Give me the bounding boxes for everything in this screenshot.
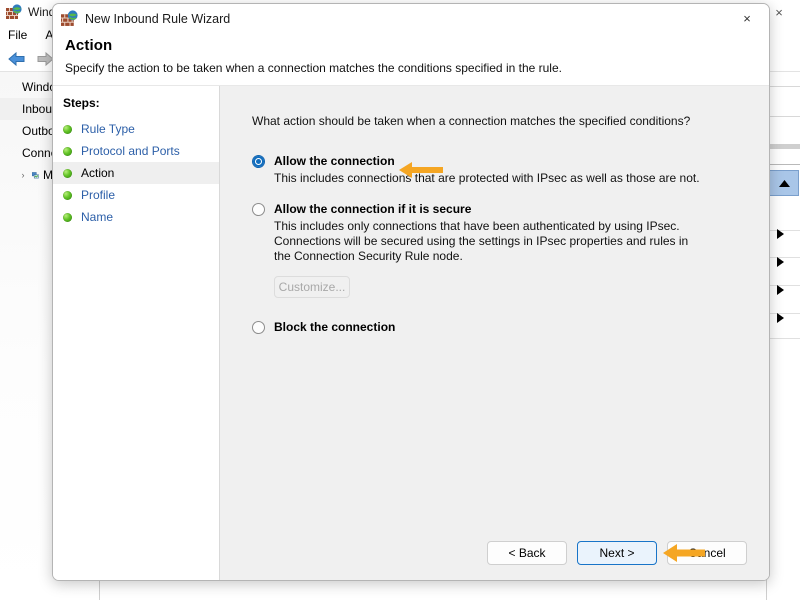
actions-pane (766, 72, 800, 600)
option-description: This includes connections that are prote… (274, 171, 700, 185)
option-description: This includes only connections that have… (274, 219, 689, 263)
step-label: Action (81, 166, 115, 180)
divider (767, 164, 800, 165)
actions-pane-header (767, 72, 800, 170)
steps-title: Steps: (63, 96, 100, 110)
option-title: Block the connection (274, 320, 396, 334)
monitoring-icon (32, 171, 39, 178)
cancel-button[interactable]: Cancel (667, 541, 747, 565)
divider (767, 116, 800, 117)
option-header[interactable]: Allow the connection (252, 154, 769, 168)
expand-triangle-icon[interactable] (777, 285, 784, 295)
firewall-icon (6, 4, 22, 19)
back-arrow-icon[interactable] (6, 50, 28, 68)
actions-scroll-up-button[interactable] (769, 170, 799, 196)
step-label: Name (81, 210, 114, 224)
step-label: Profile (81, 188, 116, 202)
dialog-title: New Inbound Rule Wizard (85, 11, 231, 26)
step-protocol-and-ports[interactable]: Protocol and Ports (53, 140, 219, 162)
back-button[interactable]: < Back (487, 541, 567, 565)
customize-button: Customize... (274, 276, 350, 298)
step-action[interactable]: Action (53, 162, 219, 184)
step-label: Rule Type (81, 122, 135, 136)
dialog-footer: < Back Next > Cancel (220, 526, 769, 580)
content-pane: What action should be taken when a conne… (220, 86, 769, 580)
option-allow-if-secure[interactable]: Allow the connection if it is secure Thi… (252, 202, 769, 298)
option-block-the-connection[interactable]: Block the connection (252, 320, 769, 334)
expand-triangle-icon[interactable] (777, 229, 784, 239)
dialog-titlebar: New Inbound Rule Wizard × (53, 4, 769, 33)
close-icon[interactable]: × (725, 4, 769, 33)
step-bullet-icon (63, 168, 72, 178)
step-rule-type[interactable]: Rule Type (53, 118, 219, 140)
option-header[interactable]: Block the connection (252, 320, 769, 334)
dialog-main: Steps: Rule Type Protocol and Ports Acti… (53, 86, 769, 580)
step-profile[interactable]: Profile (53, 184, 219, 206)
actions-pane-bar (767, 144, 800, 149)
radio-allow-if-secure[interactable] (252, 203, 265, 216)
step-label: Protocol and Ports (81, 144, 180, 158)
divider (767, 338, 800, 339)
new-inbound-rule-wizard-dialog: New Inbound Rule Wizard × Action Specify… (52, 3, 770, 581)
option-header[interactable]: Allow the connection if it is secure (252, 202, 769, 216)
radio-block-the-connection[interactable] (252, 321, 265, 334)
step-bullet-icon (63, 146, 72, 156)
radio-allow-the-connection[interactable] (252, 155, 265, 168)
step-bullet-icon (63, 190, 72, 200)
option-title: Allow the connection if it is secure (274, 202, 472, 216)
next-button[interactable]: Next > (577, 541, 657, 565)
option-allow-the-connection[interactable]: Allow the connection This includes conne… (252, 154, 769, 186)
expand-triangle-icon[interactable] (777, 257, 784, 267)
tree-twisty-monitoring[interactable]: › (18, 170, 28, 180)
step-bullet-icon (63, 212, 72, 222)
content-inner: What action should be taken when a conne… (220, 86, 769, 526)
option-title: Allow the connection (274, 154, 395, 168)
dialog-header: Action Specify the action to be taken wh… (53, 33, 769, 86)
page-subtitle: Specify the action to be taken when a co… (65, 61, 562, 75)
firewall-icon (61, 10, 78, 26)
expand-triangle-icon[interactable] (777, 313, 784, 323)
step-name[interactable]: Name (53, 206, 219, 228)
question-text: What action should be taken when a conne… (252, 114, 691, 128)
triangle-up-icon (778, 179, 790, 187)
step-bullet-icon (63, 124, 72, 134)
menu-file[interactable]: File (8, 28, 27, 42)
steps-panel: Steps: Rule Type Protocol and Ports Acti… (53, 86, 220, 580)
divider (767, 86, 800, 87)
page-title: Action (65, 37, 113, 54)
tree-twisty[interactable] (4, 82, 14, 92)
